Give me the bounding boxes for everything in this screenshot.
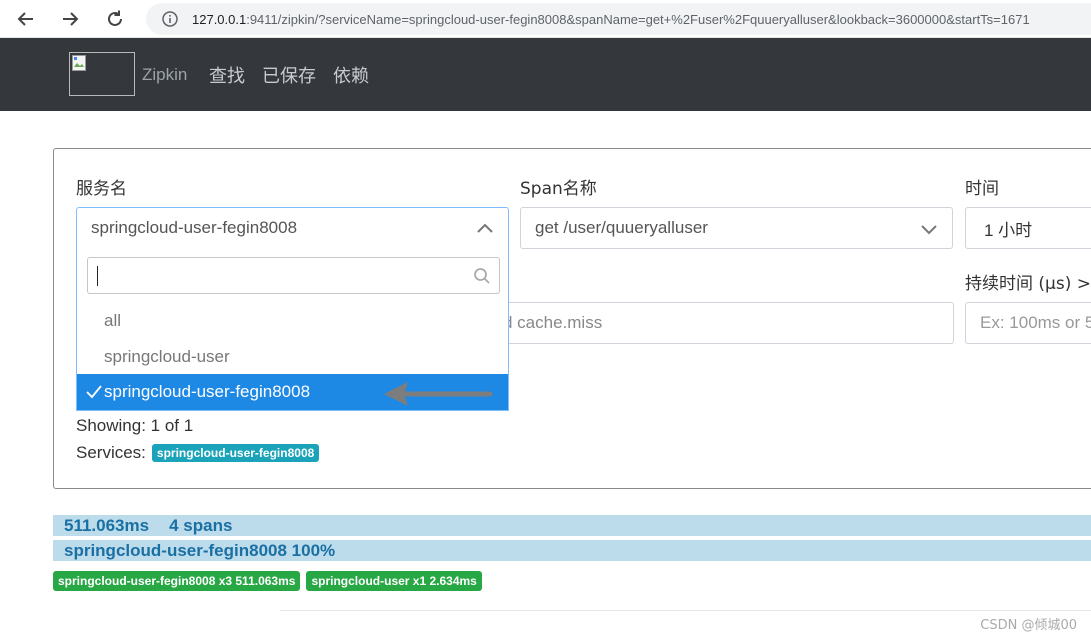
brand-name[interactable]: Zipkin: [142, 65, 187, 85]
tags-input[interactable]: d cache.miss: [500, 302, 954, 344]
trace-span-count: 4 spans: [169, 515, 233, 535]
arrow-left-icon: [17, 12, 33, 26]
service-tag[interactable]: springcloud-user-fegin8008 x3 511.063ms: [53, 571, 301, 591]
service-tag[interactable]: springcloud-user x1 2.634ms: [306, 571, 482, 591]
checkmark-icon: [86, 385, 102, 399]
chevron-down-icon: [921, 225, 937, 235]
divider: [280, 610, 1091, 611]
trace-duration: 511.063ms: [64, 515, 150, 535]
trace-service-percent: springcloud-user-fegin8008 100%: [64, 540, 336, 560]
nav-dependencies[interactable]: 依赖: [333, 62, 369, 88]
broken-image-icon: [72, 55, 86, 71]
text-caret: [97, 266, 98, 286]
dropdown-search-input[interactable]: [87, 257, 500, 294]
dropdown-option-label: springcloud-user: [104, 347, 230, 366]
services-line: Services: springcloud-user-fegin8008: [76, 443, 320, 463]
back-button[interactable]: [12, 5, 40, 33]
logo[interactable]: [69, 52, 135, 96]
tags-input-placeholder: d cache.miss: [503, 313, 603, 332]
arrow-right-icon: [63, 12, 79, 26]
span-select[interactable]: get /user/quueryalluser: [520, 207, 953, 249]
service-select-value: springcloud-user-fegin8008: [91, 218, 298, 237]
info-icon[interactable]: [162, 11, 178, 27]
trace-service-bar[interactable]: springcloud-user-fegin8008 100%: [53, 540, 1091, 561]
dropdown-option-label: springcloud-user-fegin8008: [104, 382, 311, 401]
reload-button[interactable]: [101, 5, 129, 33]
search-icon: [474, 268, 490, 284]
dropdown-option-springcloud-user[interactable]: springcloud-user: [77, 339, 508, 375]
watermark: CSDN @倾城00: [980, 618, 1077, 633]
time-label: 时间: [965, 179, 999, 199]
trace-tags: springcloud-user-fegin8008 x3 511.063ms …: [53, 571, 488, 591]
service-badge[interactable]: springcloud-user-fegin8008: [151, 444, 320, 462]
nav-saved[interactable]: 已保存: [262, 62, 316, 88]
duration-label: 持续时间 (μs) >=: [965, 274, 1091, 294]
time-select[interactable]: 1 小时: [965, 207, 1091, 249]
span-label: Span名称: [520, 179, 597, 199]
dropdown-option-all[interactable]: all: [77, 303, 508, 339]
services-label: Services:: [76, 443, 146, 462]
reload-icon: [108, 10, 122, 26]
annotation-arrow-icon: [384, 382, 493, 406]
forward-button[interactable]: [56, 5, 84, 33]
showing-count: Showing: 1 of 1: [76, 416, 194, 435]
duration-input[interactable]: Ex: 100ms or 5s: [965, 302, 1091, 344]
dropdown-option-label: all: [104, 311, 122, 330]
trace-duration-bar[interactable]: 511.063ms 4 spans: [53, 515, 1091, 536]
span-select-value: get /user/quueryalluser: [535, 218, 708, 237]
address-bar[interactable]: 127.0.0.1:9411/zipkin/?serviceName=sprin…: [146, 3, 1091, 35]
chevron-up-icon: [477, 223, 493, 233]
service-label: 服务名: [76, 179, 127, 199]
app-header: Zipkin 查找 已保存 依赖: [0, 38, 1091, 111]
browser-toolbar: 127.0.0.1:9411/zipkin/?serviceName=sprin…: [0, 0, 1091, 38]
nav-find[interactable]: 查找: [209, 62, 245, 88]
url-text: 127.0.0.1:9411/zipkin/?serviceName=sprin…: [192, 11, 1030, 27]
service-select[interactable]: springcloud-user-fegin8008: [76, 207, 509, 249]
time-select-value: 1 小时: [984, 220, 1033, 240]
duration-input-placeholder: Ex: 100ms or 5s: [980, 313, 1091, 332]
